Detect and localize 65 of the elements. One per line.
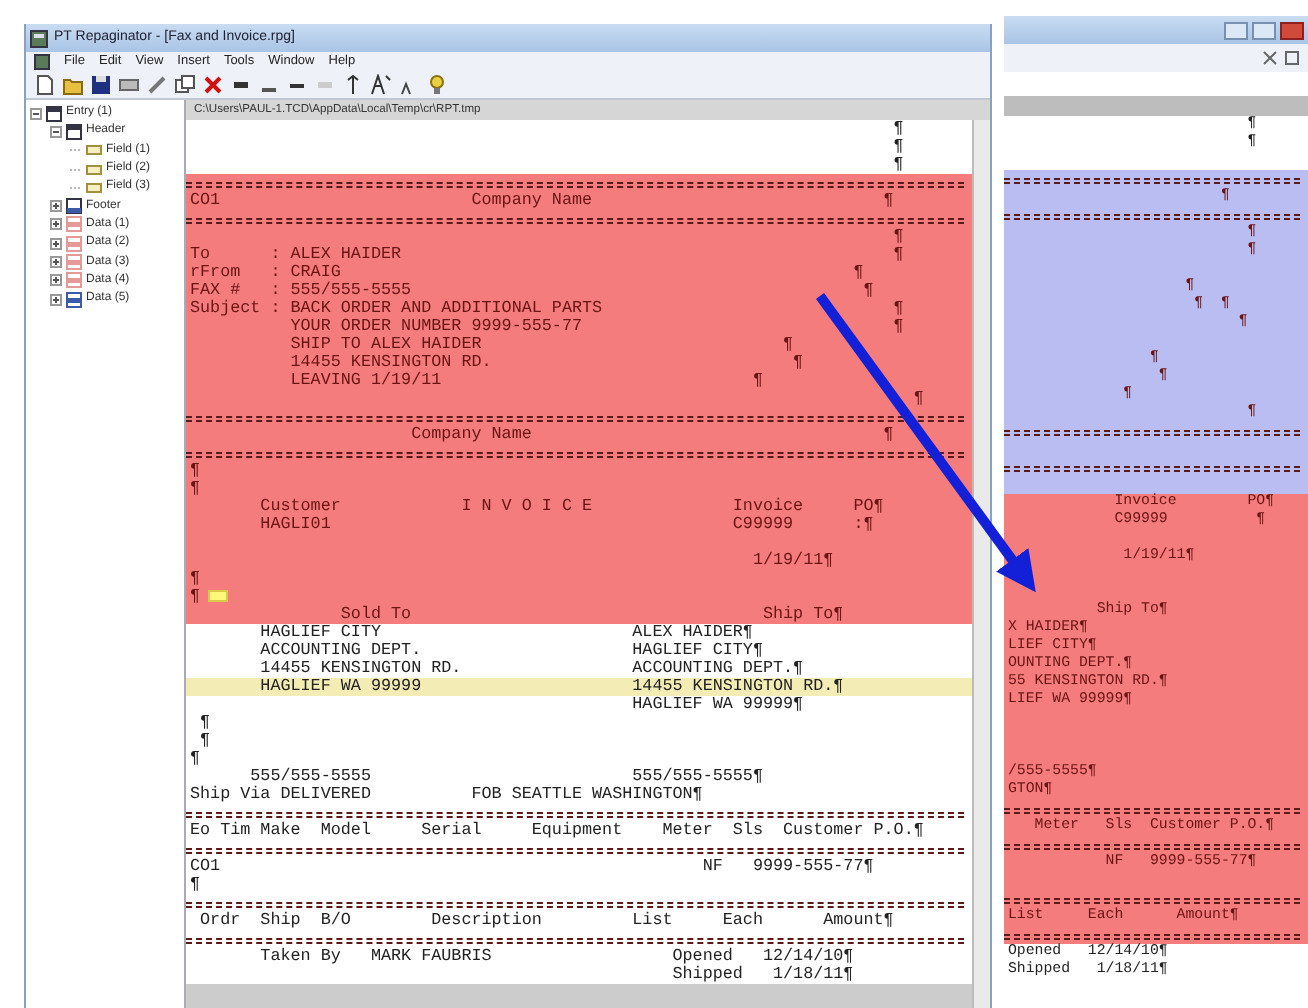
save-icon[interactable] — [90, 74, 112, 96]
expand-icon[interactable] — [50, 200, 62, 213]
document-line: 1/19/11¶ — [750, 550, 834, 570]
app-icon — [34, 54, 50, 70]
document-line: SHIP TO ALEX HAIDER ¶ — [288, 334, 794, 354]
restore-icon[interactable] — [1284, 50, 1300, 66]
document-line: ACCOUNTING DEPT. HAGLIEF CITY¶ — [258, 640, 763, 660]
expand-icon[interactable] — [50, 237, 62, 250]
lightbulb-icon[interactable] — [426, 74, 448, 96]
scrollbar[interactable] — [972, 120, 990, 1008]
expand-icon[interactable] — [50, 274, 62, 287]
printer-icon[interactable] — [118, 74, 140, 96]
document-line: Customer I N V O I C E Invoice PO¶ — [258, 496, 884, 516]
minimize-button[interactable] — [1224, 21, 1248, 39]
document-line: ¶ — [190, 478, 201, 498]
document-line: ¶ — [891, 226, 904, 246]
expand-icon[interactable] — [50, 256, 62, 269]
document-line: ¶ — [891, 136, 904, 156]
document-line: YOUR ORDER NUMBER 9999-555-77 ¶ — [288, 316, 904, 336]
bookmark-marker — [208, 589, 229, 602]
document-line: CO1 Company Name ¶ — [190, 190, 894, 210]
maximize-button[interactable] — [1252, 21, 1276, 39]
document-line: Taken By MARK FAUBRIS Opened 12/14/10¶ — [258, 946, 854, 966]
collapse-icon[interactable] — [50, 125, 62, 138]
up-arrow-icon[interactable] — [342, 74, 364, 96]
document-line: ¶ — [190, 460, 201, 480]
document-line: ¶ — [190, 586, 201, 606]
document-line: To : ALEX HAIDER ¶ — [190, 244, 904, 264]
document-line: Company Name ¶ — [409, 424, 894, 444]
document-line: Sold To Ship To¶ — [338, 604, 844, 624]
document-line: ¶ — [911, 388, 924, 408]
document-line: ¶ — [190, 748, 201, 768]
document-line: HAGLIEF WA 99999¶ — [630, 694, 804, 714]
app-icon — [30, 29, 48, 47]
close-button[interactable] — [1280, 21, 1304, 39]
document-line: HAGLI01 C99999 :¶ — [258, 514, 874, 534]
expand-icon[interactable] — [50, 218, 62, 231]
document-line: Ordr Ship B/O Description List Each Amount¶ — [198, 910, 894, 930]
delete-icon[interactable] — [202, 74, 224, 96]
document-line: Subject : BACK ORDER AND ADDITIONAL PARTS ¶ — [190, 298, 904, 318]
document-line: ¶ — [198, 712, 211, 732]
table-icon — [46, 105, 62, 122]
document-line: ¶ — [190, 874, 201, 894]
document-line: FAX # : 555/555-5555 ¶ — [190, 280, 874, 300]
document-line: 555/555-5555 555/555-5555¶ — [250, 766, 763, 786]
table-icon — [66, 123, 82, 140]
pencil-icon[interactable] — [146, 74, 168, 96]
document-line: LEAVING 1/19/11 ¶ — [288, 370, 763, 390]
document-line: 14455 KENSINGTON RD. ACCOUNTING DEPT.¶ — [258, 658, 804, 678]
document-line: HAGLIEF CITY ALEX HAIDER¶ — [258, 622, 753, 642]
document-line: Ship Via DELIVERED FOB SEATTLE WASHINGTON¶ — [190, 784, 703, 804]
document-line: Shipped 1/18/11¶ — [670, 964, 854, 984]
document-line: rFrom : CRAIG ¶ — [190, 262, 864, 282]
document-line: ¶ — [891, 154, 904, 174]
expand-icon[interactable] — [50, 293, 62, 306]
document-line: ¶ — [891, 120, 904, 138]
document-line: Eo Tim Make Model Serial Equipment Meter Sls Customer P.O.¶ — [190, 820, 924, 840]
font-size-icon[interactable] — [370, 74, 392, 96]
close-icon[interactable] — [1262, 50, 1278, 66]
document-line: ¶ — [190, 568, 201, 588]
document-line: CO1 NF 9999-555-77¶ — [190, 856, 874, 876]
copy-icon[interactable] — [174, 74, 196, 96]
document-line: ¶ — [199, 730, 211, 750]
document-line: 14455 KENSINGTON RD. ¶ — [288, 352, 804, 372]
collapse-icon[interactable] — [30, 107, 42, 120]
